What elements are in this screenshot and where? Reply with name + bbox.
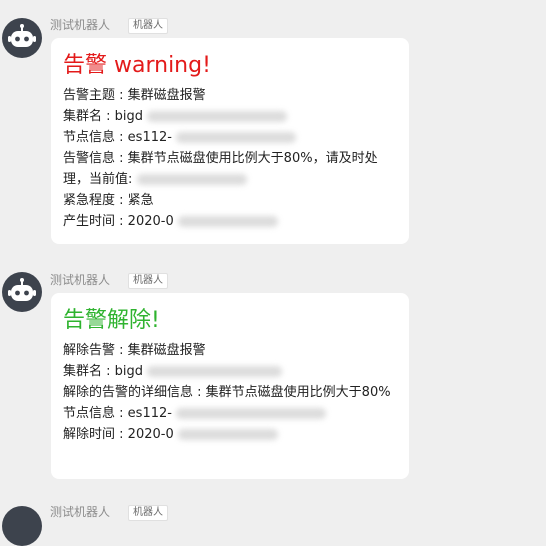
redacted-text (176, 408, 327, 419)
redacted-text (177, 429, 278, 440)
row-separator: : (193, 385, 206, 400)
redacted-text (176, 132, 297, 143)
created-time-row: 产生时间 : 2020-0 (63, 211, 399, 232)
row-label: 解除时间 (63, 427, 116, 442)
robot-icon (8, 24, 36, 47)
sender-name: 测试机器人 (50, 505, 111, 519)
redacted-text (147, 366, 283, 377)
robot-tag: 机器人 (128, 505, 168, 521)
row-value: es112- (127, 406, 172, 421)
row-label: 告警信息 (63, 151, 116, 166)
row-label: 节点信息 (63, 130, 116, 145)
node-info-row: 节点信息 : es112- (63, 403, 399, 424)
row-separator: : (115, 214, 128, 229)
alert-topic-row: 告警主题 : 集群磁盘报警 (63, 85, 399, 106)
robot-avatar[interactable] (2, 272, 42, 312)
row-separator: : (115, 88, 128, 103)
cleared-time-row: 解除时间 : 2020-0 (63, 424, 399, 445)
row-value: 2020-0 (127, 427, 174, 442)
row-label: 节点信息 (63, 406, 116, 421)
row-separator: : (115, 193, 128, 208)
row-label: 紧急程度 (63, 193, 116, 208)
row-label: 产生时间 (63, 214, 116, 229)
row-separator: : (115, 151, 128, 166)
sender-name: 测试机器人 (50, 18, 111, 32)
recovery-title: 告警解除! (63, 308, 160, 333)
robot-tag: 机器人 (128, 273, 168, 289)
alert-info-row: 告警信息 : 集群节点磁盘使用比例大于80%，请及时处理，当前值: (63, 148, 399, 190)
alert-title: 告警 warning! (63, 53, 211, 78)
urgency-row: 紧急程度 : 紧急 (63, 190, 399, 211)
robot-tag: 机器人 (128, 18, 168, 34)
row-value: 集群磁盘报警 (127, 343, 206, 358)
row-value: 2020-0 (127, 214, 174, 229)
recovery-card: 告警解除! 解除告警 : 集群磁盘报警 集群名 : bigd 解除的告警的详细信… (51, 293, 409, 479)
sender-name: 测试机器人 (50, 273, 111, 287)
row-value: 集群节点磁盘使用比例大于80% (205, 385, 391, 400)
alert-card: 告警 warning! 告警主题 : 集群磁盘报警 集群名 : bigd 节点信… (51, 38, 409, 244)
row-value: bigd (114, 109, 144, 124)
redacted-text (147, 111, 288, 122)
row-value: 集群磁盘报警 (127, 88, 206, 103)
cleared-detail-row: 解除的告警的详细信息 : 集群节点磁盘使用比例大于80% (63, 382, 399, 403)
row-label: 集群名 (63, 109, 103, 124)
row-value: es112- (127, 130, 172, 145)
node-info-row: 节点信息 : es112- (63, 127, 399, 148)
row-label: 告警主题 (63, 88, 116, 103)
row-separator: : (115, 130, 128, 145)
row-separator: : (102, 364, 115, 379)
row-separator: : (115, 406, 128, 421)
row-separator: : (102, 109, 115, 124)
row-label: 解除的告警的详细信息 (63, 385, 194, 400)
robot-avatar[interactable] (2, 506, 42, 546)
cluster-name-row: 集群名 : bigd (63, 106, 399, 127)
row-label: 集群名 (63, 364, 103, 379)
robot-avatar[interactable] (2, 18, 42, 58)
row-value: 紧急 (127, 193, 154, 208)
cluster-name-row: 集群名 : bigd (63, 361, 399, 382)
redacted-text (136, 174, 247, 185)
cleared-alert-row: 解除告警 : 集群磁盘报警 (63, 340, 399, 361)
row-separator: : (115, 427, 128, 442)
row-label: 解除告警 (63, 343, 116, 358)
robot-icon (8, 278, 36, 301)
row-value: bigd (114, 364, 144, 379)
row-separator: : (115, 343, 128, 358)
redacted-text (177, 216, 278, 227)
